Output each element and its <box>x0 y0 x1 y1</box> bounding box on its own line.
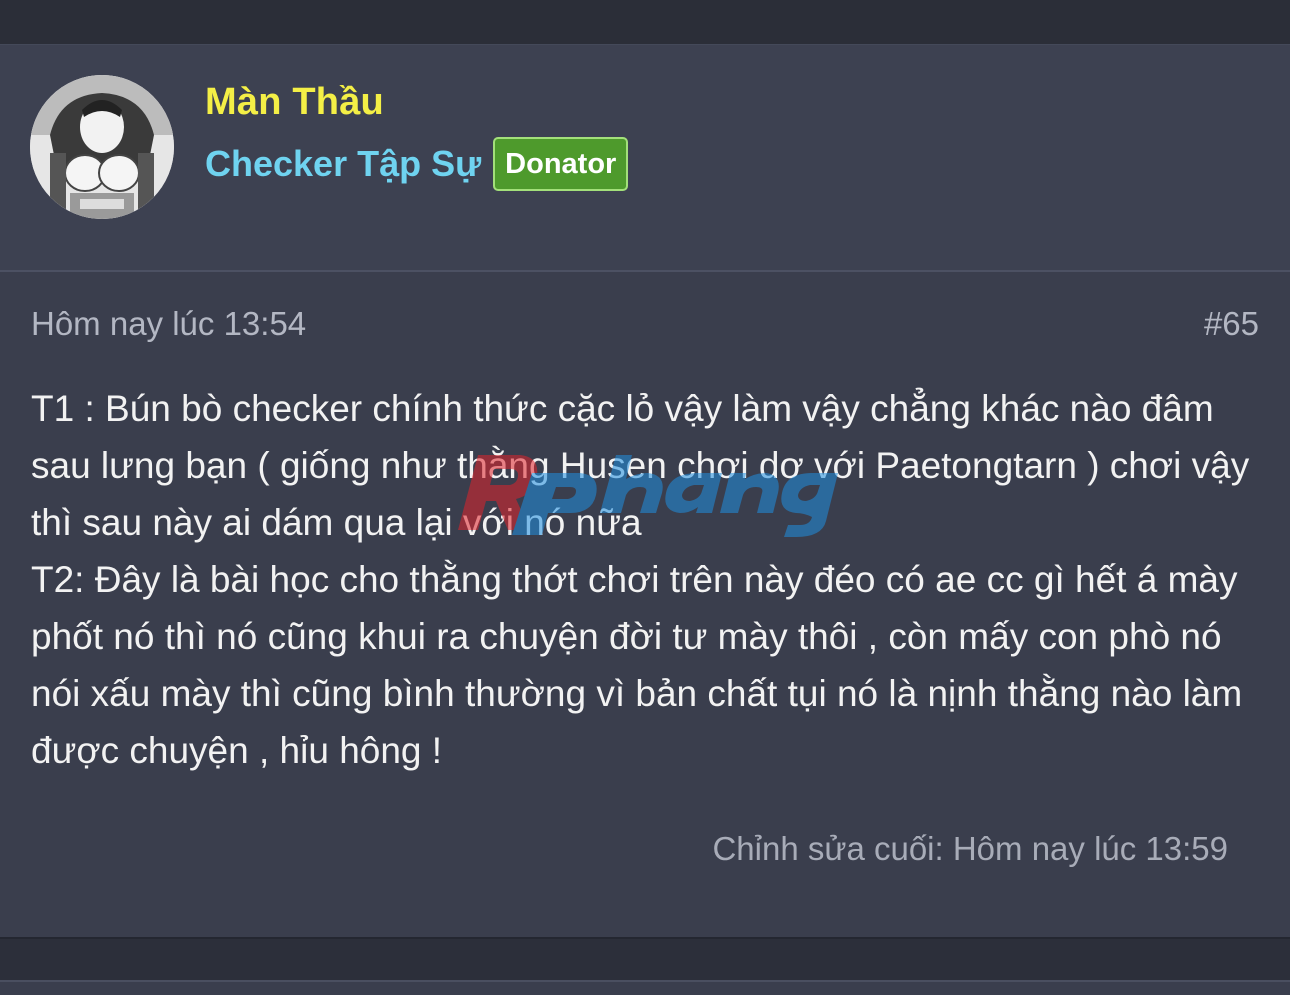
post-time[interactable]: Hôm nay lúc 13:54 <box>31 305 306 343</box>
avatar[interactable] <box>30 75 174 219</box>
post-number[interactable]: #65 <box>1204 305 1259 343</box>
edited-note: Chỉnh sửa cuối: Hôm nay lúc 13:59 <box>712 830 1228 867</box>
post-paragraph: T2: Đây là bài học cho thằng thớt chơi t… <box>31 559 1243 771</box>
post-content: T1 : Bún bò checker chính thức cặc lỏ vậ… <box>31 380 1266 779</box>
top-strip <box>0 0 1290 44</box>
next-post-edge <box>0 980 1290 995</box>
avatar-image <box>30 75 174 219</box>
author-name[interactable]: Màn Thầu <box>205 81 384 124</box>
post-header: Màn Thầu Checker Tập Sự Donator <box>0 45 1290 272</box>
author-rank-row: Checker Tập Sự Donator <box>205 137 629 191</box>
donator-badge: Donator <box>493 137 629 191</box>
page: Màn Thầu Checker Tập Sự Donator Hôm nay … <box>0 0 1290 995</box>
post-card: Màn Thầu Checker Tập Sự Donator Hôm nay … <box>0 44 1290 937</box>
post-paragraph: T1 : Bún bò checker chính thức cặc lỏ vậ… <box>31 388 1250 543</box>
author-rank: Checker Tập Sự <box>205 143 482 184</box>
